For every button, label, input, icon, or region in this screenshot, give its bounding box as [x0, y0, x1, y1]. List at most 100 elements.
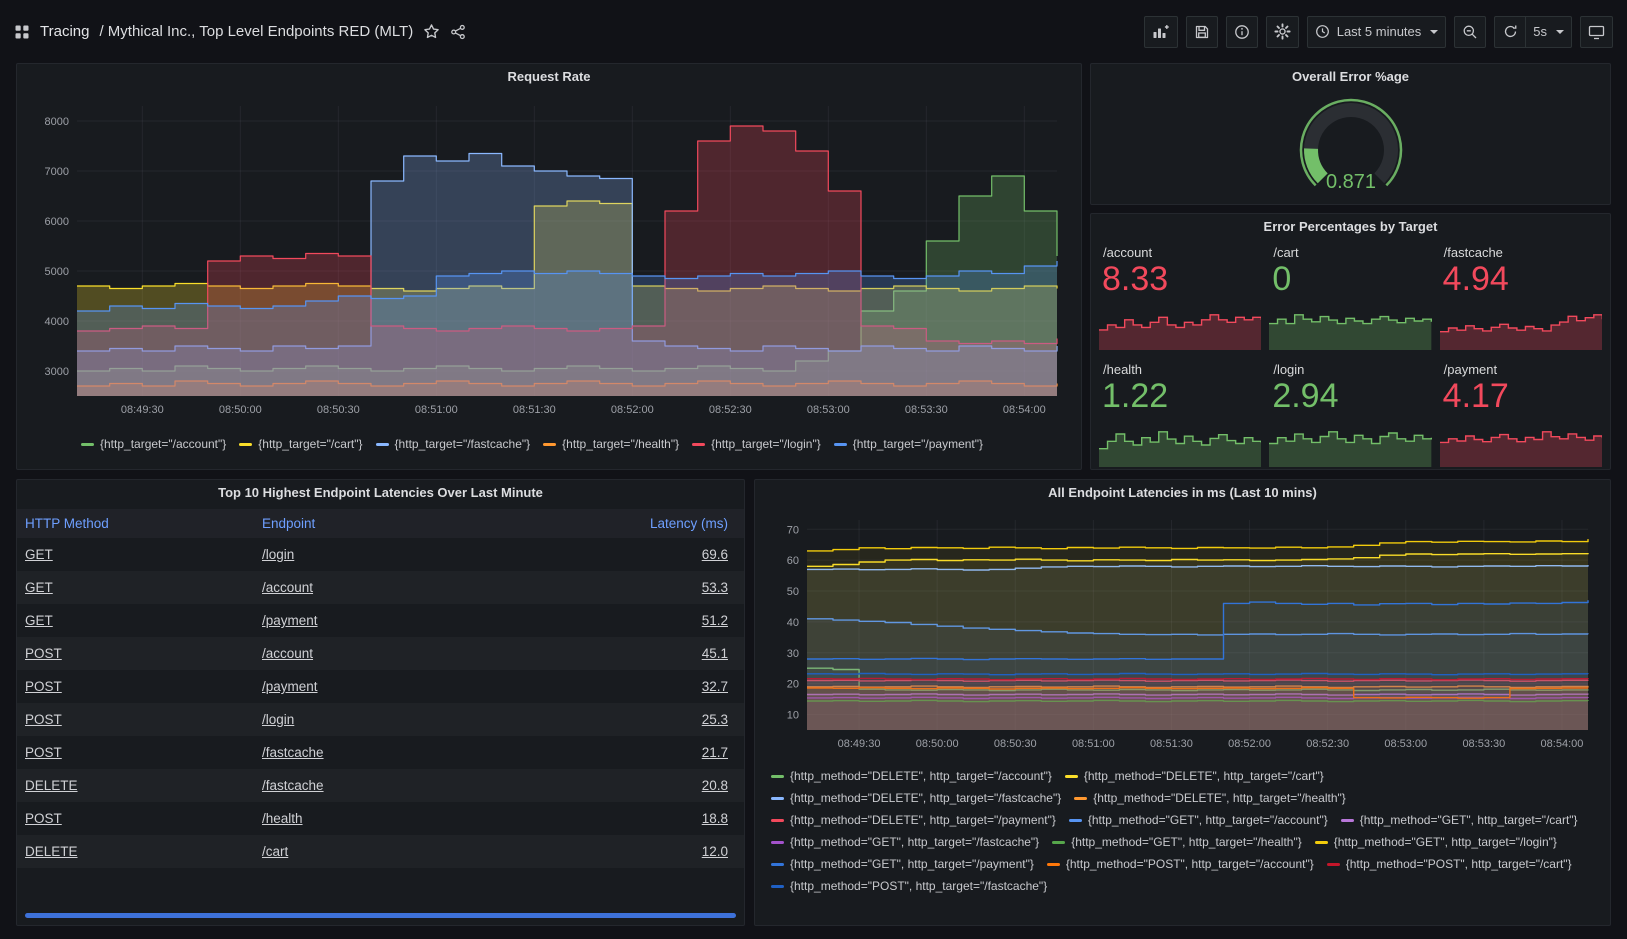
latency-legend-item[interactable]: {http_method="POST", http_target="/fastc…: [771, 876, 1047, 897]
latency-legend-item[interactable]: {http_method="POST", http_target="/cart"…: [1327, 854, 1572, 875]
latency-link[interactable]: 32.7: [702, 679, 728, 694]
latency-link[interactable]: 51.2: [702, 613, 728, 628]
endpoint-link[interactable]: /cart: [262, 844, 288, 859]
method-link[interactable]: GET: [25, 613, 53, 628]
table-cell: 32.7: [502, 670, 744, 703]
apps-grid-icon[interactable]: [14, 24, 30, 40]
latency-legend-item[interactable]: {http_method="POST", http_target="/accou…: [1047, 854, 1314, 875]
panel-overall-error: Overall Error %age 0.871: [1090, 63, 1611, 205]
request-rate-legend-item[interactable]: {http_target="/health"}: [543, 434, 679, 455]
table-cell: /account: [254, 637, 502, 670]
panel-title-error-percentages[interactable]: Error Percentages by Target: [1091, 214, 1610, 240]
method-link[interactable]: GET: [25, 580, 53, 595]
stat-/payment[interactable]: /payment4.17: [1440, 360, 1602, 467]
table-row: POST/fastcache 21.7: [17, 736, 744, 769]
request-rate-legend-item[interactable]: {http_target="/cart"}: [239, 434, 362, 455]
time-range-picker[interactable]: Last 5 minutes: [1307, 16, 1447, 48]
stat-/cart[interactable]: /cart0: [1269, 243, 1431, 350]
refresh-button[interactable]: [1494, 16, 1526, 48]
latency-legend-item[interactable]: {http_method="GET", http_target="/accoun…: [1069, 810, 1328, 831]
latency-link[interactable]: 45.1: [702, 646, 728, 661]
latency-legend-item[interactable]: {http_method="DELETE", http_target="/pay…: [771, 810, 1056, 831]
method-link[interactable]: DELETE: [25, 844, 78, 859]
endpoint-link[interactable]: /payment: [262, 679, 318, 694]
table-cell: POST: [17, 637, 254, 670]
method-link[interactable]: POST: [25, 712, 62, 727]
breadcrumb-dashboard-title[interactable]: / Mythical Inc., Top Level Endpoints RED…: [99, 23, 413, 40]
latency-legend-item[interactable]: {http_method="DELETE", http_target="/fas…: [771, 788, 1061, 809]
panel-title-overall-error[interactable]: Overall Error %age: [1091, 64, 1610, 90]
latency-link[interactable]: 20.8: [702, 778, 728, 793]
stat-/health[interactable]: /health1.22: [1099, 360, 1261, 467]
method-link[interactable]: POST: [25, 745, 62, 760]
series-label: {http_target="/health"}: [562, 434, 679, 455]
endpoint-link[interactable]: /account: [262, 580, 313, 595]
series-color-mark: [771, 885, 784, 888]
endpoint-link[interactable]: /health: [262, 811, 303, 826]
request-rate-legend-item[interactable]: {http_target="/payment"}: [834, 434, 983, 455]
endpoint-link[interactable]: /login: [262, 712, 294, 727]
table-cell: POST: [17, 802, 254, 835]
request-rate-chart[interactable]: 08:49:3008:50:0008:50:3008:51:0008:51:30…: [25, 92, 1073, 428]
table-cell: /health: [254, 802, 502, 835]
latency-legend-item[interactable]: {http_method="GET", http_target="/paymen…: [771, 854, 1034, 875]
latency-link[interactable]: 18.8: [702, 811, 728, 826]
endpoint-link[interactable]: /payment: [262, 613, 318, 628]
favorite-star-icon[interactable]: [423, 23, 440, 40]
panel-title-latency-chart[interactable]: All Endpoint Latencies in ms (Last 10 mi…: [755, 480, 1610, 506]
share-icon[interactable]: [450, 24, 466, 40]
table-cell: /cart: [254, 835, 502, 868]
stat-/account[interactable]: /account8.33: [1099, 243, 1261, 350]
table-cell: DELETE: [17, 769, 254, 802]
method-link[interactable]: POST: [25, 646, 62, 661]
breadcrumb-app[interactable]: Tracing: [40, 23, 89, 40]
latency-link[interactable]: 53.3: [702, 580, 728, 595]
series-label: {http_method="GET", http_target="/login"…: [1334, 832, 1557, 853]
cycle-view-button[interactable]: [1580, 16, 1613, 48]
series-color-mark: [834, 443, 847, 446]
method-link[interactable]: POST: [25, 811, 62, 826]
refresh-interval-picker[interactable]: 5s: [1526, 16, 1572, 48]
latency-legend-item[interactable]: {http_method="GET", http_target="/health…: [1052, 832, 1302, 853]
column-header-endpoint[interactable]: Endpoint: [254, 509, 502, 538]
latency-chart[interactable]: 08:49:3008:50:0008:50:3008:51:0008:51:30…: [761, 508, 1604, 760]
stat-value: 4.17: [1440, 377, 1602, 416]
column-header-http-method[interactable]: HTTP Method: [17, 509, 254, 538]
endpoint-link[interactable]: /login: [262, 547, 294, 562]
latency-legend-item[interactable]: {http_method="DELETE", http_target="/acc…: [771, 766, 1052, 787]
latency-legend-item[interactable]: {http_method="GET", http_target="/fastca…: [771, 832, 1039, 853]
method-link[interactable]: DELETE: [25, 778, 78, 793]
panel-title-latency-table[interactable]: Top 10 Highest Endpoint Latencies Over L…: [17, 480, 744, 506]
latency-legend-item[interactable]: {http_method="GET", http_target="/login"…: [1315, 832, 1557, 853]
table-horizontal-scrollbar[interactable]: [25, 913, 736, 918]
gauge-value: 0.871: [1325, 171, 1375, 193]
latency-link[interactable]: 25.3: [702, 712, 728, 727]
latency-link[interactable]: 12.0: [702, 844, 728, 859]
method-link[interactable]: POST: [25, 679, 62, 694]
latency-legend-item[interactable]: {http_method="GET", http_target="/cart"}: [1341, 810, 1578, 831]
stat-label: /health: [1099, 360, 1261, 377]
add-panel-button[interactable]: [1144, 16, 1178, 48]
endpoint-link[interactable]: /fastcache: [262, 778, 324, 793]
series-label: {http_method="DELETE", http_target="/car…: [1084, 766, 1324, 787]
method-link[interactable]: GET: [25, 547, 53, 562]
table-cell: /payment: [254, 604, 502, 637]
column-header-latency-ms-[interactable]: Latency (ms): [502, 509, 744, 538]
panel-title-request-rate[interactable]: Request Rate: [17, 64, 1081, 90]
time-range-label: Last 5 minutes: [1337, 24, 1422, 39]
dashboard-settings-button[interactable]: [1266, 16, 1299, 48]
request-rate-legend-item[interactable]: {http_target="/account"}: [81, 434, 226, 455]
endpoint-link[interactable]: /fastcache: [262, 745, 324, 760]
stat-/login[interactable]: /login2.94: [1269, 360, 1431, 467]
latency-legend-item[interactable]: {http_method="DELETE", http_target="/car…: [1065, 766, 1324, 787]
stat-/fastcache[interactable]: /fastcache4.94: [1440, 243, 1602, 350]
request-rate-legend-item[interactable]: {http_target="/login"}: [692, 434, 821, 455]
endpoint-link[interactable]: /account: [262, 646, 313, 661]
latency-legend-item[interactable]: {http_method="DELETE", http_target="/hea…: [1074, 788, 1346, 809]
request-rate-legend-item[interactable]: {http_target="/fastcache"}: [376, 434, 531, 455]
zoom-out-button[interactable]: [1454, 16, 1486, 48]
latency-link[interactable]: 21.7: [702, 745, 728, 760]
dashboard-insights-button[interactable]: [1226, 16, 1258, 48]
latency-link[interactable]: 69.6: [702, 547, 728, 562]
save-dashboard-button[interactable]: [1186, 16, 1218, 48]
